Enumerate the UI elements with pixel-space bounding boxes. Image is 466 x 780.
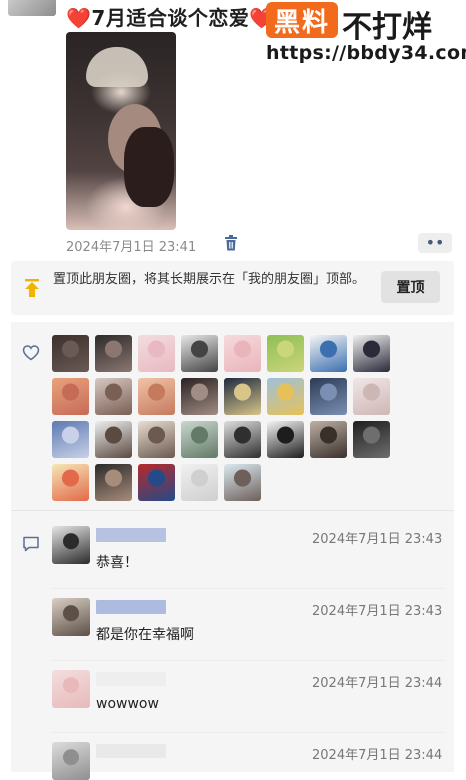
liker-avatar[interactable]: [52, 464, 89, 501]
comment-text: wowwow: [96, 696, 159, 712]
liker-avatar[interactable]: [95, 464, 132, 501]
liker-avatar[interactable]: [181, 335, 218, 372]
liker-avatar[interactable]: [353, 421, 390, 458]
likes-divider: [11, 510, 454, 511]
watermark-logo: 黑料: [266, 2, 338, 38]
post-author-avatar[interactable]: [8, 0, 56, 16]
pin-button[interactable]: 置顶: [381, 271, 440, 303]
watermark-slogan: 不打烊: [342, 10, 432, 45]
comment-avatar[interactable]: [52, 670, 90, 708]
comment-author-name[interactable]: [96, 672, 166, 686]
heart-outline-icon: [22, 345, 40, 361]
liker-avatar[interactable]: [224, 378, 261, 415]
liker-avatar[interactable]: [52, 421, 89, 458]
post-caption: 7月适合谈个恋爱: [91, 6, 250, 30]
liker-avatar[interactable]: [95, 421, 132, 458]
comment-text: 恭喜！: [96, 555, 138, 571]
pin-top-icon: [25, 279, 39, 297]
liker-avatar[interactable]: [95, 378, 132, 415]
comment-timestamp: 2024年7月1日 23:44: [312, 748, 443, 763]
more-options-button[interactable]: ••: [418, 233, 452, 253]
liker-avatar[interactable]: [181, 421, 218, 458]
liker-avatar[interactable]: [310, 335, 347, 372]
liker-avatar[interactable]: [138, 335, 175, 372]
comment-author-name[interactable]: [96, 600, 166, 614]
liker-avatar[interactable]: [224, 464, 261, 501]
liker-avatar[interactable]: [224, 421, 261, 458]
liker-avatar[interactable]: [138, 464, 175, 501]
liker-avatar[interactable]: [310, 421, 347, 458]
comment-timestamp: 2024年7月1日 23:43: [312, 532, 443, 547]
liker-avatar[interactable]: [181, 378, 218, 415]
liker-avatar[interactable]: [224, 335, 261, 372]
comment-timestamp: 2024年7月1日 23:43: [312, 604, 443, 619]
post-timestamp: 2024年7月1日 23:41: [66, 240, 197, 255]
trash-icon[interactable]: [224, 235, 238, 251]
pin-description: 置顶此朋友圈，将其长期展示在「我的朋友圈」顶部。: [53, 272, 366, 287]
liker-avatar[interactable]: [52, 335, 89, 372]
comment-author-name[interactable]: [96, 744, 166, 758]
heart-emoji: ❤️: [66, 6, 92, 30]
liker-avatar[interactable]: [267, 378, 304, 415]
comment-avatar[interactable]: [52, 598, 90, 636]
comment-text: 都是你在幸福啊: [96, 627, 194, 643]
liker-avatar[interactable]: [138, 421, 175, 458]
liker-avatar[interactable]: [52, 378, 89, 415]
liker-avatar[interactable]: [310, 378, 347, 415]
liker-avatar[interactable]: [267, 335, 304, 372]
liker-avatar[interactable]: [95, 335, 132, 372]
liker-avatar[interactable]: [181, 464, 218, 501]
comment-divider: [52, 660, 444, 661]
comment-divider: [52, 732, 444, 733]
comment-author-name[interactable]: [96, 528, 166, 542]
likes-avatar-grid: [52, 335, 402, 501]
comment-icon: [23, 536, 39, 552]
post-photo[interactable]: [66, 32, 176, 230]
comment-avatar[interactable]: [52, 526, 90, 564]
liker-avatar[interactable]: [353, 378, 390, 415]
comment-timestamp: 2024年7月1日 23:44: [312, 676, 443, 691]
liker-avatar[interactable]: [353, 335, 390, 372]
comment-avatar[interactable]: [52, 742, 90, 780]
comment-divider: [52, 588, 444, 589]
liker-avatar[interactable]: [267, 421, 304, 458]
liker-avatar[interactable]: [138, 378, 175, 415]
watermark-url: https://bbdy34.com: [266, 42, 466, 64]
post-text: ❤️7月适合谈个恋爱❤️: [66, 2, 275, 31]
